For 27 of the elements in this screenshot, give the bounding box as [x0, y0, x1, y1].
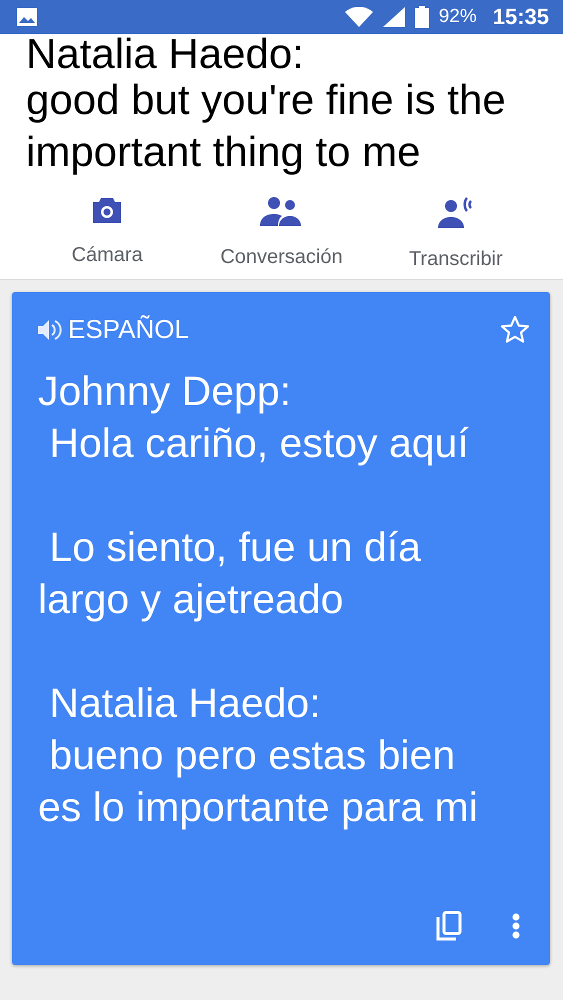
- people-icon: [259, 196, 304, 226]
- copy-icon[interactable]: [436, 911, 462, 941]
- translation-text-line: Johnny Depp:: [38, 367, 292, 416]
- mode-button[interactable]: Cámara: [27, 196, 188, 271]
- speaking-person-icon: [436, 196, 475, 228]
- source-text-line: Natalia Haedo:: [26, 34, 305, 74]
- more-options-icon[interactable]: [512, 913, 520, 939]
- signal-icon: [382, 7, 405, 27]
- speak-language-button[interactable]: ESPAÑOL: [38, 314, 189, 345]
- camera-icon: [91, 196, 124, 224]
- wifi-icon: [344, 7, 373, 27]
- mode-button[interactable]: Conversación: [201, 196, 362, 271]
- translation-text-line: bueno pero estas bien: [48, 731, 456, 780]
- battery-percentage: 92%: [438, 6, 477, 28]
- speaker-icon: [38, 318, 62, 340]
- source-text-line: important thing to me: [26, 127, 422, 177]
- translation-text-line: Hola cariño, estoy aquí: [48, 419, 470, 468]
- translation-text-line: Natalia Haedo:: [48, 679, 322, 728]
- clock: 15:35: [492, 4, 549, 30]
- image-icon: [16, 7, 38, 27]
- mode-button[interactable]: Transcribir: [376, 196, 536, 271]
- translation-text-line: largo y ajetreado: [38, 575, 344, 624]
- source-text-line: good but you're fine is the: [26, 75, 507, 125]
- star-icon[interactable]: [500, 314, 530, 344]
- translation-text-line: Lo siento, fue un día: [48, 523, 422, 572]
- battery-icon: [414, 6, 429, 28]
- translation-text-line: es lo importante para mi: [38, 783, 479, 832]
